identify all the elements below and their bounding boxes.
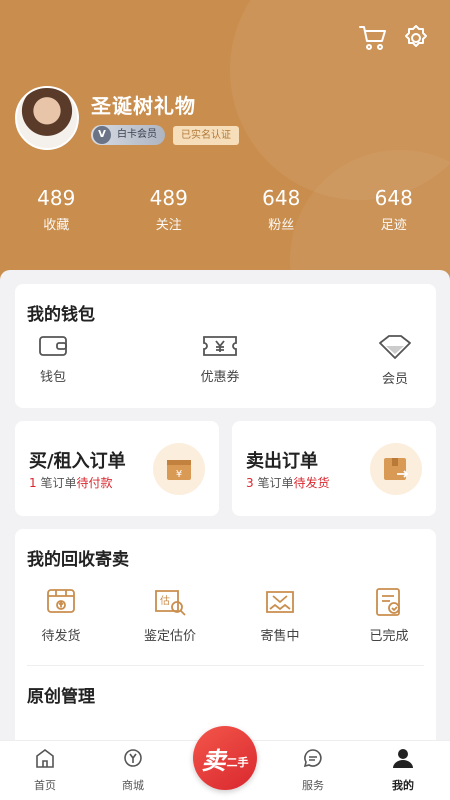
wallet-icon (39, 336, 67, 356)
avatar[interactable] (15, 86, 79, 150)
appraise-icon: 估 (155, 590, 186, 616)
recycle-item-label: 待发货 (41, 629, 81, 644)
stat-value: 489 (37, 186, 76, 210)
stat-favorites[interactable]: 489 收藏 (0, 186, 113, 233)
buy-order-card[interactable]: 买/租入订单 1 笔订单待付款 ¥ (15, 421, 219, 516)
cart-icon[interactable] (357, 22, 389, 54)
buy-order-title: 买/租入订单 (29, 451, 126, 472)
stat-label: 足迹 (380, 218, 407, 233)
ship-box-icon (47, 589, 75, 613)
stat-history[interactable]: 648 足迹 (338, 186, 450, 233)
recycle-item-completed[interactable]: 已完成 (344, 587, 434, 644)
stat-value: 648 (262, 186, 301, 210)
sell-order-mid: 笔订单 (253, 476, 294, 490)
stat-label: 粉丝 (268, 218, 295, 233)
buy-order-count: 1 (29, 476, 37, 490)
tab-mine[interactable]: 我的 (368, 747, 438, 793)
stat-followers[interactable]: 648 粉丝 (225, 186, 338, 233)
sell-order-card[interactable]: 卖出订单 3 笔订单待发货 (232, 421, 436, 516)
recycle-item-label: 已完成 (369, 629, 409, 644)
home-icon (36, 749, 54, 768)
member-badge[interactable]: V 白卡会员 (91, 125, 165, 145)
member-level-icon: V (93, 126, 111, 144)
svg-text:估: 估 (160, 594, 170, 607)
verified-badge: 已实名认证 (173, 126, 239, 145)
box-out-icon (370, 443, 422, 495)
recycle-item-consigning[interactable]: 寄售中 (235, 587, 325, 644)
section-divider (27, 665, 424, 666)
svg-text:¥: ¥ (176, 469, 182, 480)
recycle-item-pending-ship[interactable]: 待发货 (16, 587, 106, 644)
wallet-card: 我的钱包 钱包 优惠券 会员 (15, 284, 436, 408)
buy-order-status: 待付款 (76, 476, 113, 490)
stat-value: 489 (149, 186, 188, 210)
sell-order-count: 3 (246, 476, 254, 490)
content-sheet: 我的钱包 钱包 优惠券 会员 买/租入订单 1 笔订单待付款 ¥ 卖出订单 3 … (0, 270, 450, 800)
diamond-icon (379, 335, 411, 359)
tab-label: 我的 (392, 779, 414, 792)
tab-home[interactable]: 首页 (10, 747, 80, 793)
stat-label: 关注 (155, 218, 182, 233)
wallet-item-label: 钱包 (39, 370, 66, 385)
wallet-item-label: 优惠券 (200, 370, 240, 385)
wallet-item-wallet[interactable]: 钱包 (13, 334, 93, 385)
wallet-item-member[interactable]: 会员 (355, 334, 435, 387)
sell-button-sub: 二手 (226, 756, 249, 769)
sell-button-main: 卖 (201, 746, 226, 775)
stat-label: 收藏 (43, 218, 70, 233)
gear-icon[interactable] (400, 22, 432, 54)
stat-value: 648 (374, 186, 413, 210)
sell-order-summary: 3 笔订单待发货 (246, 474, 329, 491)
tab-mall[interactable]: 商城 (98, 747, 168, 793)
tab-label: 商城 (122, 779, 144, 792)
stat-following[interactable]: 489 关注 (113, 186, 226, 233)
box-yen-icon: ¥ (153, 443, 205, 495)
username: 圣诞树礼物 (91, 94, 196, 118)
wallet-item-label: 会员 (381, 372, 408, 387)
recycle-item-label: 鉴定估价 (143, 629, 196, 644)
recycle-item-label: 寄售中 (260, 629, 300, 644)
sell-button[interactable]: 卖二手 (193, 726, 257, 790)
stats-row: 489 收藏 489 关注 648 粉丝 648 足迹 (0, 186, 450, 233)
tab-label: 首页 (34, 779, 56, 792)
profile-page: 圣诞树礼物 V 白卡会员 已实名认证 489 收藏 489 关注 648 粉丝 … (0, 0, 450, 800)
profile-header: 圣诞树礼物 V 白卡会员 已实名认证 489 收藏 489 关注 648 粉丝 … (0, 0, 450, 300)
tab-service[interactable]: 服务 (278, 747, 348, 793)
sell-order-status: 待发货 (293, 476, 330, 490)
sell-order-title: 卖出订单 (246, 451, 318, 472)
coupon-icon (203, 336, 237, 356)
buy-order-summary: 1 笔订单待付款 (29, 474, 112, 491)
wallet-item-coupon[interactable]: 优惠券 (180, 334, 260, 385)
buy-order-mid: 笔订单 (36, 476, 77, 490)
recycle-item-appraise[interactable]: 估 鉴定估价 (125, 587, 215, 644)
tab-label: 服务 (302, 779, 324, 792)
original-title: 原创管理 (27, 687, 95, 707)
consign-icon (266, 591, 294, 613)
member-badge-label: 白卡会员 (117, 129, 157, 140)
watch-icon (124, 749, 142, 767)
done-doc-icon (376, 588, 400, 616)
chat-icon (303, 749, 322, 768)
recycle-title: 我的回收寄卖 (27, 550, 129, 570)
person-icon (393, 749, 413, 768)
wallet-title: 我的钱包 (27, 305, 95, 325)
